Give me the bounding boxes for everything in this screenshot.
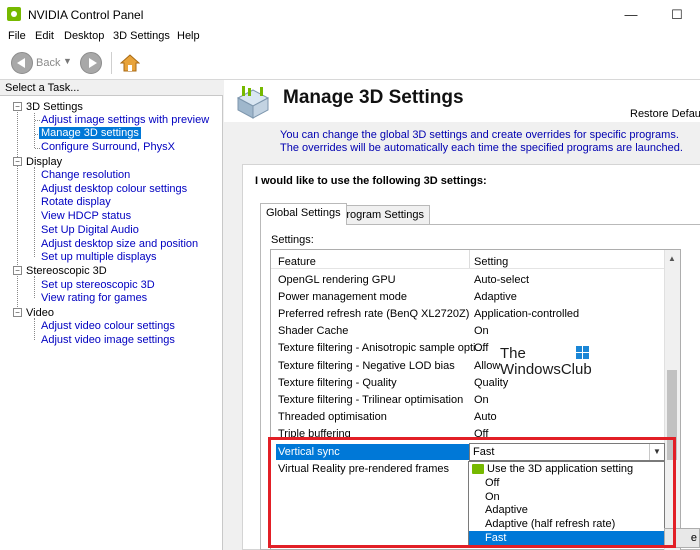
menu-edit[interactable]: Edit [35,30,54,42]
forward-icon[interactable] [80,52,102,74]
menu-bar [0,29,700,46]
menu-help[interactable]: Help [177,30,200,42]
tree-category-video[interactable]: Video [26,307,54,319]
row-setting[interactable]: Application-controlled [474,308,579,320]
task-panel-header: Select a Task... [0,80,223,96]
toolbar [0,46,700,80]
header-divider [271,268,664,269]
home-icon[interactable] [120,53,140,73]
tree-connector [34,113,35,148]
tree-connector [17,107,18,315]
row-feature[interactable]: Power management mode [278,291,407,303]
row-setting[interactable]: Auto-select [474,274,529,286]
expander-video[interactable]: − [13,308,22,317]
row-setting[interactable]: Allow [474,360,500,372]
row-feature[interactable]: Shader Cache [278,325,348,337]
expander-display[interactable]: − [13,157,22,166]
tree-branch [35,120,40,121]
tab-global-settings[interactable]: Global Settings [260,203,347,225]
back-icon[interactable] [11,52,33,74]
maximize-button[interactable]: ☐ [654,0,700,29]
expander-3d-settings[interactable]: − [13,102,22,111]
nvidia-logo-icon [7,7,21,21]
highlight-annotation-box [268,437,676,548]
tree-connector [34,318,35,340]
column-header-setting[interactable]: Setting [474,256,508,268]
row-setting[interactable]: Off [474,342,488,354]
window-title: NVIDIA Control Panel [28,8,144,22]
task-rotate-display[interactable]: Rotate display [41,196,111,208]
tree-branch [35,148,40,149]
task-set-up-stereoscopic-3d[interactable]: Set up stereoscopic 3D [41,279,155,291]
minimize-button[interactable]: — [608,0,654,29]
scroll-up-icon[interactable]: ▲ [668,254,676,263]
row-feature[interactable]: Threaded optimisation [278,411,387,423]
restore-defaults-link[interactable]: Restore Defaul [630,108,700,120]
row-setting[interactable]: Auto [474,411,497,423]
tree-category-display[interactable]: Display [26,156,62,168]
row-setting[interactable]: On [474,325,489,337]
row-feature[interactable]: Texture filtering - Quality [278,377,397,389]
tree-category-3d-settings[interactable]: 3D Settings [26,101,83,113]
task-view-rating-for-games[interactable]: View rating for games [41,292,147,304]
back-button-label[interactable]: Back [36,57,60,69]
task-set-up-digital-audio[interactable]: Set Up Digital Audio [41,224,139,236]
menu-file[interactable]: File [8,30,26,42]
task-configure-surround[interactable]: Configure Surround, PhysX [41,141,175,153]
row-setting[interactable]: On [474,394,489,406]
tree-connector [34,167,35,257]
task-adjust-desktop-colour[interactable]: Adjust desktop colour settings [41,183,187,195]
column-divider[interactable] [469,250,470,268]
windows-logo-icon [576,346,590,360]
row-feature[interactable]: OpenGL rendering GPU [278,274,396,286]
expander-stereoscopic-3d[interactable]: − [13,266,22,275]
settings-label: Settings: [271,234,314,246]
row-feature[interactable]: Texture filtering - Anisotropic sample o… [278,342,485,354]
settings-heading: I would like to use the following 3D set… [255,175,487,187]
menu-desktop[interactable]: Desktop [64,30,104,42]
tab-program-settings[interactable]: Program Settings [333,205,430,225]
task-view-hdcp-status[interactable]: View HDCP status [41,210,131,222]
row-feature[interactable]: Texture filtering - Trilinear optimisati… [278,394,463,406]
task-adjust-desktop-size[interactable]: Adjust desktop size and position [41,238,198,250]
page-title: Manage 3D Settings [283,87,464,108]
tree-connector [34,276,35,298]
task-change-resolution[interactable]: Change resolution [41,169,130,181]
manage-3d-settings-icon [236,86,270,119]
row-feature[interactable]: Texture filtering - Negative LOD bias [278,360,455,372]
task-set-up-multiple-displays[interactable]: Set up multiple displays [41,251,157,263]
menu-3d-settings[interactable]: 3D Settings [113,30,170,42]
task-adjust-video-colour[interactable]: Adjust video colour settings [41,320,175,332]
watermark-line-2: WindowsClub [500,361,592,378]
row-setting[interactable]: Quality [474,377,508,389]
column-header-feature[interactable]: Feature [278,256,316,268]
toolbar-separator [111,52,112,74]
page-description: You can change the global 3D settings an… [280,129,683,154]
tree-category-stereoscopic-3d[interactable]: Stereoscopic 3D [26,265,107,277]
task-adjust-video-image[interactable]: Adjust video image settings [41,334,175,346]
back-dropdown-icon[interactable]: ▼ [63,56,72,66]
task-manage-3d-settings[interactable]: Manage 3D settings [39,127,141,139]
row-feature[interactable]: Preferred refresh rate (BenQ XL2720Z) [278,308,469,320]
row-setting[interactable]: Adaptive [474,291,517,303]
task-adjust-image-settings[interactable]: Adjust image settings with preview [41,114,209,126]
